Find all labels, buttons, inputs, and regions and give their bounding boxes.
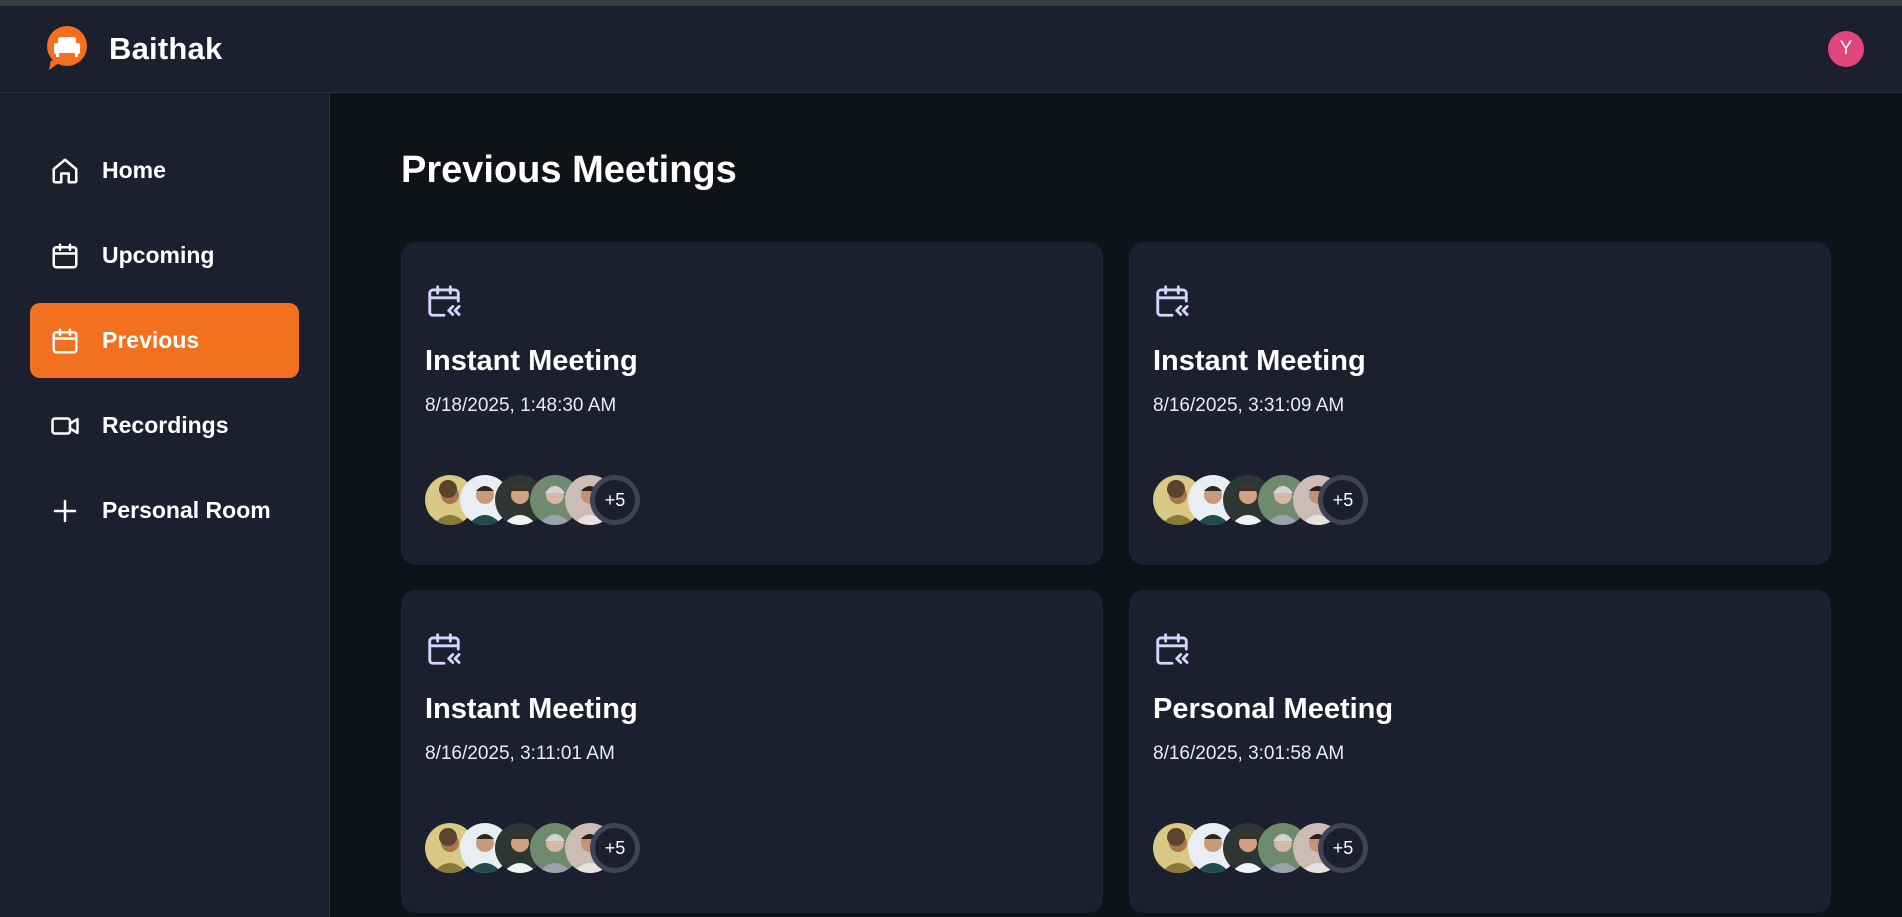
attendee-avatars: +5 <box>425 823 665 873</box>
meeting-card[interactable]: Instant Meeting 8/16/2025, 3:31:09 AM +5 <box>1129 242 1831 565</box>
meeting-title: Instant Meeting <box>1153 345 1366 377</box>
meeting-date: 8/16/2025, 3:11:01 AM <box>425 743 615 764</box>
meeting-card[interactable]: Instant Meeting 8/18/2025, 1:48:30 AM +5 <box>401 242 1103 565</box>
more-attendees-count: +5 <box>590 823 640 873</box>
page-title: Previous Meetings <box>401 149 737 191</box>
meeting-date: 8/16/2025, 3:01:58 AM <box>1153 743 1345 764</box>
sidebar-item-label: Personal Room <box>102 497 271 523</box>
attendee-avatars: +5 <box>425 475 665 525</box>
user-avatar[interactable]: Y <box>1828 31 1864 67</box>
sidebar-item-home[interactable]: Home <box>30 133 299 208</box>
brand[interactable]: Baithak <box>45 26 222 72</box>
sidebar-item-previous[interactable]: Previous <box>30 303 299 378</box>
sidebar-item-label: Upcoming <box>102 242 215 268</box>
calendar-icon <box>52 243 78 268</box>
sofa-logo-icon <box>45 26 89 72</box>
meeting-card[interactable]: Personal Meeting 8/16/2025, 3:01:58 AM +… <box>1129 590 1831 913</box>
calendar-previous-icon <box>428 285 461 317</box>
main-content: Previous Meetings Instant Meeting 8/18/2… <box>331 93 1902 917</box>
sidebar-item-upcoming[interactable]: Upcoming <box>30 218 299 293</box>
calendar-previous-icon <box>1156 285 1189 317</box>
top-navbar: Baithak Y <box>0 6 1902 93</box>
more-attendees-count: +5 <box>1318 475 1368 525</box>
sidebar-item-label: Previous <box>102 327 200 353</box>
sidebar: Home Upcoming Previous Recordings Person… <box>0 93 330 917</box>
video-icon <box>51 416 79 435</box>
sidebar-item-personal-room[interactable]: Personal Room <box>30 473 299 548</box>
more-attendees-count: +5 <box>590 475 640 525</box>
sidebar-item-label: Home <box>102 157 166 183</box>
more-attendees-count: +5 <box>1318 823 1368 873</box>
calendar-icon <box>52 328 78 353</box>
meeting-date: 8/18/2025, 1:48:30 AM <box>425 395 617 416</box>
attendee-avatars: +5 <box>1153 823 1393 873</box>
plus-icon <box>53 499 77 522</box>
calendar-previous-icon <box>1156 633 1189 665</box>
sidebar-item-label: Recordings <box>102 412 229 438</box>
sidebar-item-recordings[interactable]: Recordings <box>30 388 299 463</box>
meeting-card[interactable]: Instant Meeting 8/16/2025, 3:11:01 AM +5 <box>401 590 1103 913</box>
meeting-date: 8/16/2025, 3:31:09 AM <box>1153 395 1345 416</box>
meeting-title: Instant Meeting <box>425 345 638 377</box>
calendar-previous-icon <box>428 633 461 665</box>
app-name: Baithak <box>109 31 223 66</box>
meeting-title: Instant Meeting <box>425 693 638 725</box>
home-icon <box>52 158 78 183</box>
meeting-title: Personal Meeting <box>1153 693 1394 725</box>
attendee-avatars: +5 <box>1153 475 1393 525</box>
